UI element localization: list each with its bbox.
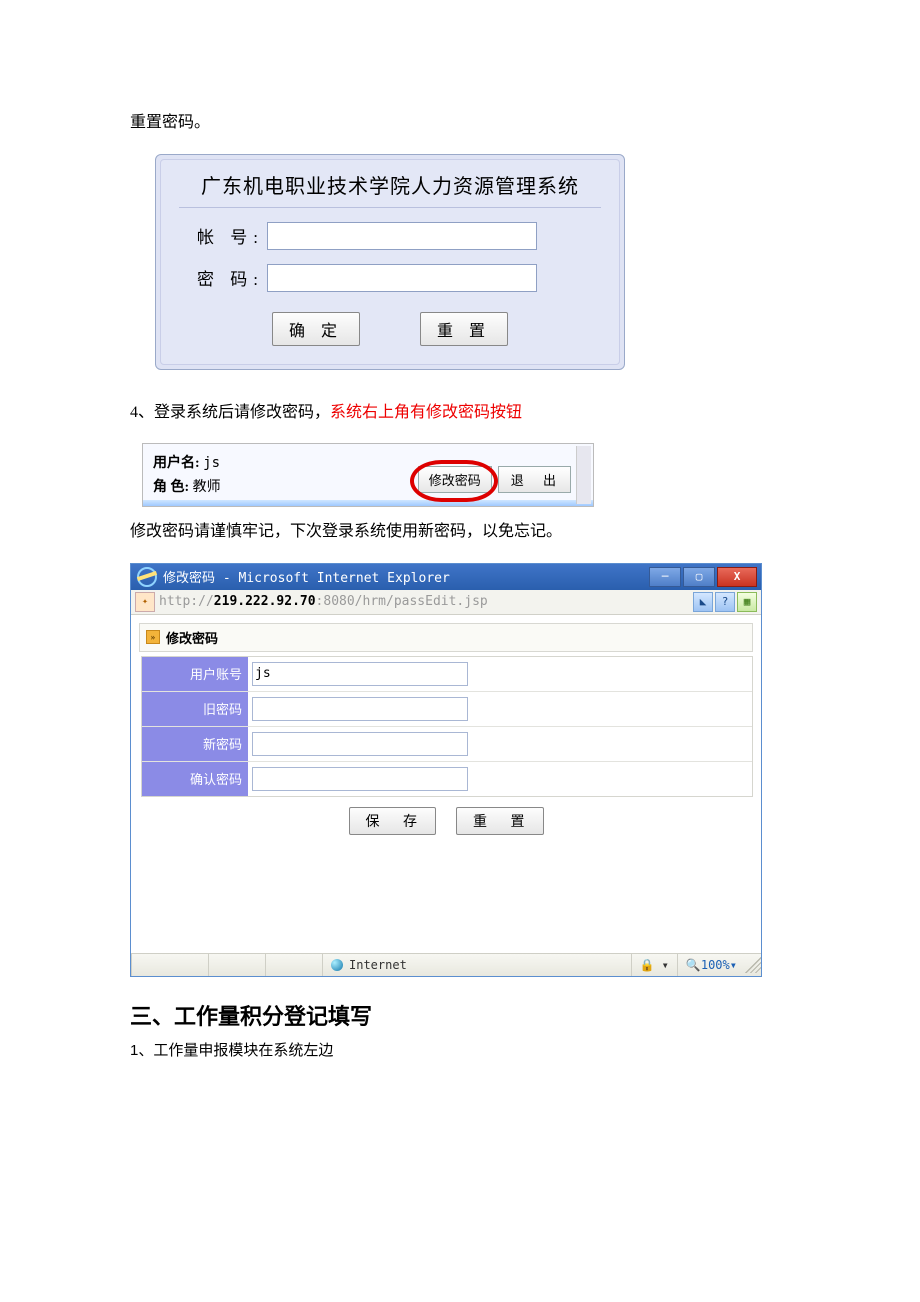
step4-black: 4、登录系统后请修改密码， <box>130 404 330 421</box>
field-account-input[interactable] <box>252 662 468 686</box>
minimize-button[interactable]: ─ <box>649 567 681 587</box>
role-value: 教师 <box>193 480 221 495</box>
account-input[interactable] <box>267 222 537 250</box>
login-panel: 广东机电职业技术学院人力资源管理系统 帐 号: 密 码: 确 定 重 置 <box>155 154 625 370</box>
panel-arrow-icon: » <box>146 630 160 644</box>
addr-tool-1-icon[interactable]: ◣ <box>693 592 713 612</box>
paragraph-3-1: 1、工作量申报模块在系统左边 <box>130 1039 790 1063</box>
password-input[interactable] <box>267 264 537 292</box>
login-reset-button[interactable]: 重 置 <box>420 312 508 346</box>
password-label: 密 码: <box>197 265 267 290</box>
change-password-button[interactable]: 修改密码 <box>418 466 492 493</box>
form-reset-button[interactable]: 重 置 <box>456 807 544 835</box>
login-ok-button[interactable]: 确 定 <box>272 312 360 346</box>
addr-tool-3-icon[interactable]: ▦ <box>737 592 757 612</box>
zoom-control[interactable]: 🔍 100% ▾ <box>677 954 745 976</box>
section-heading-3: 三、工作量积分登记填写 <box>130 999 790 1031</box>
maximize-button[interactable]: ▢ <box>683 567 715 587</box>
login-title: 广东机电职业技术学院人力资源管理系统 <box>179 160 601 208</box>
ie-status-bar: Internet 🔒 ▾ 🔍 100% ▾ <box>131 953 761 976</box>
internet-zone-icon <box>331 959 343 971</box>
field-confirmpw-label: 确认密码 <box>142 762 248 796</box>
url-host: 219.222.92.70 <box>214 594 316 609</box>
close-button[interactable]: X <box>717 567 757 587</box>
paragraph-step4: 4、登录系统后请修改密码，系统右上角有修改密码按钮 <box>130 400 790 426</box>
step4-red: 系统右上角有修改密码按钮 <box>330 404 522 421</box>
scrollbar[interactable] <box>576 446 591 504</box>
password-form: 用户账号 旧密码 新密码 确认密码 <box>141 656 753 797</box>
panel-header: » 修改密码 <box>139 623 753 652</box>
panel-title: 修改密码 <box>166 628 218 647</box>
ie-address-bar: ✦ http://219.222.92.70:8080/hrm/passEdit… <box>131 590 761 615</box>
status-zone: Internet <box>349 958 407 972</box>
paragraph-reset-note: 重置密码。 <box>130 110 790 136</box>
field-newpw-input[interactable] <box>252 732 468 756</box>
ie-logo-icon <box>137 567 157 587</box>
user-value: js <box>203 455 220 471</box>
ie-page-body: » 修改密码 用户账号 旧密码 新密码 确认密码 <box>131 615 761 953</box>
url-pre: http:// <box>159 594 214 609</box>
ie-window-title: 修改密码 - Microsoft Internet Explorer <box>163 567 649 586</box>
app-header-bar: 用户名: js 角 色: 教师 修改密码 退 出 <box>142 443 594 507</box>
field-newpw-label: 新密码 <box>142 727 248 761</box>
protected-mode-icon[interactable]: 🔒 ▾ <box>631 954 677 976</box>
header-bottom-stripe <box>143 500 593 506</box>
field-confirmpw-input[interactable] <box>252 767 468 791</box>
url-post: :8080/hrm/passEdit.jsp <box>316 594 488 609</box>
account-label: 帐 号: <box>197 223 267 248</box>
ie-titlebar: 修改密码 - Microsoft Internet Explorer ─ ▢ X <box>131 564 761 590</box>
save-button[interactable]: 保 存 <box>349 807 437 835</box>
document-page: 重置密码。 广东机电职业技术学院人力资源管理系统 帐 号: 密 码: 确 定 重… <box>0 0 920 1181</box>
page-icon: ✦ <box>135 592 155 612</box>
field-oldpw-input[interactable] <box>252 697 468 721</box>
ie-window: 修改密码 - Microsoft Internet Explorer ─ ▢ X… <box>130 563 762 977</box>
field-oldpw-label: 旧密码 <box>142 692 248 726</box>
addr-tool-2-icon[interactable]: ? <box>715 592 735 612</box>
field-account-label: 用户账号 <box>142 657 248 691</box>
user-label: 用户名: <box>153 456 200 471</box>
resize-grip-icon[interactable] <box>745 957 761 973</box>
paragraph-remember: 修改密码请谨慎牢记，下次登录系统使用新密码，以免忘记。 <box>130 519 790 545</box>
exit-button[interactable]: 退 出 <box>498 466 571 493</box>
role-label: 角 色: <box>153 480 189 495</box>
ie-url[interactable]: http://219.222.92.70:8080/hrm/passEdit.j… <box>159 594 488 609</box>
